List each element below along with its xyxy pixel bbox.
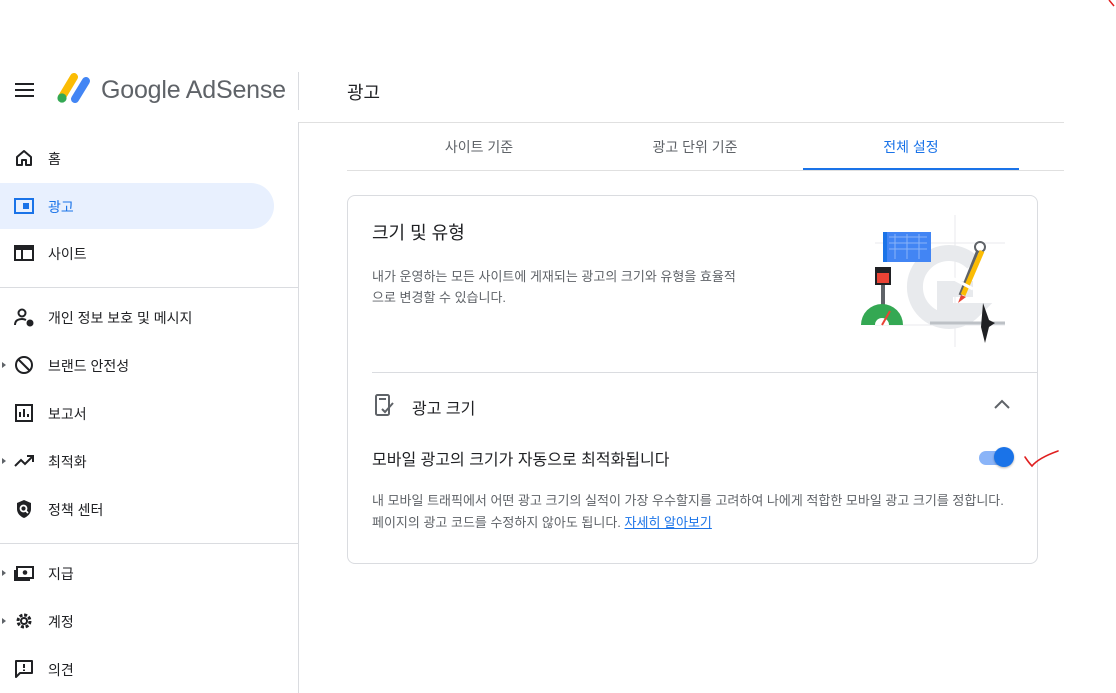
- policy-shield-icon: [17, 500, 31, 518]
- design-tools-illustration: [861, 215, 1005, 347]
- sidebar-item-sites[interactable]: 사이트: [0, 230, 274, 276]
- sidebar-item-label: 지급: [48, 566, 74, 582]
- card-description: 내가 운영하는 모든 사이트에 게재되는 광고의 크기와 유형을 효율적으로 변…: [372, 269, 736, 305]
- brand-product: AdSense: [185, 76, 286, 104]
- annotation-mark: [1108, 0, 1115, 7]
- toggle-knob: [994, 447, 1014, 467]
- header-divider-line: [298, 122, 1064, 123]
- adsense-page: Google AdSense 광고 홈 광고 사이트 개인 정보 보호 및 메시…: [0, 0, 1116, 693]
- sidebar-item-home[interactable]: 홈: [0, 135, 274, 181]
- tab-global-settings[interactable]: 전체 설정: [803, 127, 1019, 171]
- brand-name[interactable]: Google AdSense: [101, 76, 286, 105]
- trending-icon: [14, 455, 34, 467]
- sidebar-item-label: 브랜드 안전성: [48, 358, 130, 374]
- reports-icon: [15, 404, 33, 422]
- main-menu-button[interactable]: [15, 82, 35, 98]
- sidebar-item-label: 보고서: [48, 406, 87, 422]
- header-divider: [298, 72, 299, 110]
- page-title: 광고: [347, 83, 381, 103]
- sidebar-item-privacy[interactable]: 개인 정보 보호 및 메시지: [0, 294, 274, 340]
- sidebar-item-label: 의견: [48, 662, 74, 678]
- sidebar-item-optimization[interactable]: 최적화: [0, 438, 274, 484]
- sidebar-border: [298, 122, 299, 693]
- section-title: 광고 크기: [412, 401, 476, 418]
- sidebar-divider: [0, 287, 298, 288]
- sites-icon: [14, 245, 34, 261]
- ad-size-icon: [375, 394, 394, 416]
- expand-caret-icon: [2, 458, 6, 464]
- ads-icon: [14, 198, 34, 214]
- sidebar-item-label: 광고: [48, 199, 74, 215]
- expand-caret-icon: [2, 362, 6, 368]
- card-title: 크기 및 유형: [372, 223, 465, 243]
- sidebar-item-label: 정책 센터: [48, 502, 104, 518]
- sidebar-item-brand-safety[interactable]: 브랜드 안전성: [0, 342, 274, 388]
- adsense-logo-icon: [57, 73, 90, 103]
- mobile-optimization-label: 모바일 광고의 크기가 자동으로 최적화됩니다: [372, 452, 670, 469]
- chevron-up-icon[interactable]: [990, 393, 1014, 417]
- sidebar-item-label: 최적화: [48, 454, 87, 470]
- sidebar-item-label: 개인 정보 보호 및 메시지: [48, 310, 193, 326]
- card-divider: [372, 372, 1038, 373]
- tab-by-site[interactable]: 사이트 기준: [371, 127, 587, 171]
- sidebar-item-feedback[interactable]: 의견: [0, 646, 274, 692]
- feedback-icon: [15, 660, 33, 678]
- privacy-icon: [14, 308, 34, 327]
- tabs-divider: [347, 170, 1064, 171]
- sidebar-item-label: 계정: [48, 614, 74, 630]
- sidebar-item-label: 홈: [48, 151, 61, 167]
- sidebar-item-ads[interactable]: 광고: [0, 183, 274, 229]
- help-text: 내 모바일 트래픽에서 어떤 광고 크기의 실적이 가장 우수할지를 고려하여 …: [372, 490, 1012, 534]
- gear-icon: [16, 613, 32, 629]
- block-icon: [15, 356, 33, 374]
- annotation-checkmark: [1024, 450, 1059, 468]
- sidebar-item-reports[interactable]: 보고서: [0, 390, 274, 436]
- sidebar-item-label: 사이트: [48, 246, 87, 262]
- sidebar-item-account[interactable]: 계정: [0, 598, 274, 644]
- mobile-optimization-toggle[interactable]: [977, 446, 1015, 468]
- sidebar-item-payments[interactable]: 지급: [0, 550, 274, 596]
- tab-by-ad-unit[interactable]: 광고 단위 기준: [587, 127, 803, 171]
- learn-more-link[interactable]: 자세히 알아보기: [625, 515, 712, 530]
- sidebar-item-policy-center[interactable]: 정책 센터: [0, 486, 274, 532]
- active-tab-indicator: [803, 168, 1019, 170]
- home-icon: [16, 150, 32, 166]
- sidebar-divider: [0, 543, 298, 544]
- payments-icon: [14, 566, 34, 581]
- expand-caret-icon: [2, 618, 6, 624]
- brand-google: Google: [101, 76, 181, 104]
- expand-caret-icon: [2, 570, 6, 576]
